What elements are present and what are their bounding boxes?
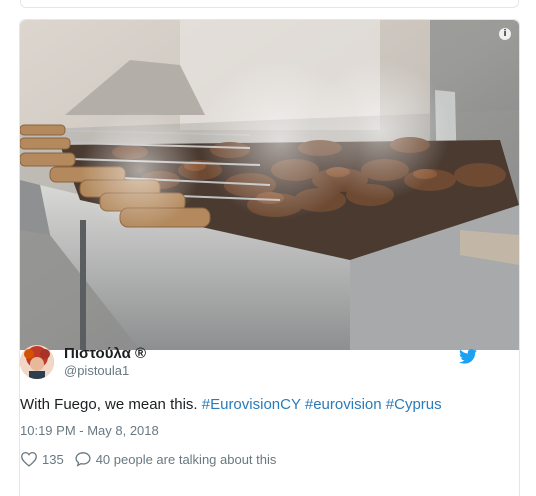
tweet-text-plain: With Fuego, we mean this.: [20, 396, 202, 413]
twitter-bird-icon[interactable]: [459, 349, 477, 364]
previous-tweet-card: [20, 0, 519, 8]
tweet-photo[interactable]: i: [20, 20, 519, 350]
speech-bubble-icon[interactable]: [74, 451, 92, 467]
hashtag-cyprus[interactable]: #Cyprus: [386, 396, 442, 413]
talking-count: 40 people are talking about this: [95, 451, 277, 467]
heart-icon[interactable]: [20, 451, 38, 467]
tweet-timestamp[interactable]: 10:19 PM - May 8, 2018: [20, 423, 159, 438]
author-display-name[interactable]: Πιστούλα ®: [64, 345, 146, 363]
conversation-action[interactable]: 40 people are talking about this: [74, 451, 277, 467]
author-handle[interactable]: @pistoula1: [64, 363, 146, 379]
tweet-actions: 135 40 people are talking about this: [20, 451, 286, 467]
tweet-author[interactable]: Πιστούλα ® @pistoula1: [20, 345, 146, 379]
avatar[interactable]: [20, 345, 54, 379]
souvlaki-grill-photo: [20, 20, 519, 350]
info-icon[interactable]: i: [499, 28, 511, 40]
hashtag-eurovisioncy[interactable]: #EurovisionCY: [202, 396, 301, 413]
tweet-text: With Fuego, we mean this. #EurovisionCY …: [20, 396, 442, 413]
like-count: 135: [42, 451, 64, 467]
like-action[interactable]: 135: [20, 451, 64, 467]
hashtag-eurovision[interactable]: #eurovision: [305, 396, 382, 413]
